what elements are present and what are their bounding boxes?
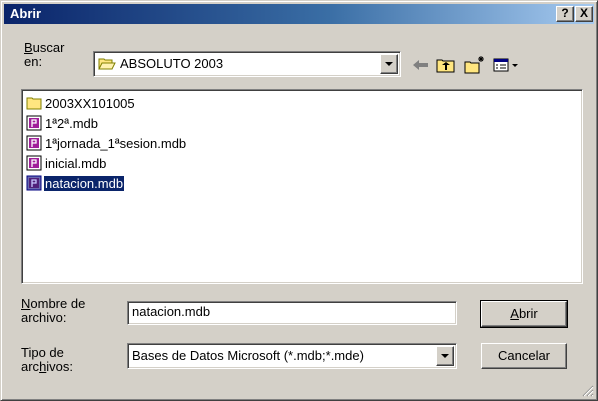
- title-bar[interactable]: Abrir ? X: [4, 4, 594, 24]
- filename-input[interactable]: natacion.mdb: [127, 301, 457, 325]
- filetype-value: Bases de Datos Microsoft (*.mdb;*.mde): [132, 348, 364, 363]
- access-database-icon: [26, 175, 42, 191]
- new-folder-icon[interactable]: [463, 55, 487, 75]
- filetype-combo[interactable]: Bases de Datos Microsoft (*.mdb;*.mde): [127, 343, 457, 369]
- help-button[interactable]: ?: [556, 6, 574, 22]
- resize-grip-icon[interactable]: [582, 385, 594, 397]
- open-dialog: Abrir ? X Buscar en: ABSOLUTO 2003 2003X…: [0, 0, 598, 401]
- filename-label: Nombre de archivo:: [21, 296, 86, 325]
- lookin-dropdown-arrow[interactable]: [380, 54, 398, 74]
- filetype-label: Tipo de archivos:: [21, 345, 74, 374]
- folder-icon: [26, 95, 42, 111]
- close-button[interactable]: X: [575, 6, 593, 22]
- dialog-title: Abrir: [10, 6, 42, 21]
- cancel-button[interactable]: Cancelar: [481, 343, 567, 369]
- open-button[interactable]: Abrir: [480, 300, 568, 328]
- lookin-value: ABSOLUTO 2003: [120, 56, 224, 71]
- lookin-label: Buscar en:: [24, 40, 65, 69]
- access-database-icon: [26, 155, 42, 171]
- access-database-icon: [26, 135, 42, 151]
- access-database-icon: [26, 115, 42, 131]
- back-arrow-icon[interactable]: [409, 55, 433, 75]
- up-folder-icon[interactable]: [434, 55, 458, 75]
- lookin-combo[interactable]: ABSOLUTO 2003: [93, 51, 401, 77]
- folder-open-icon: [98, 56, 116, 71]
- views-menu-icon[interactable]: [491, 55, 523, 75]
- file-list[interactable]: 2003XX101005 1ª2ª.mdb 1ªjornada_1ªsesion…: [21, 89, 583, 284]
- filetype-dropdown-arrow[interactable]: [436, 346, 454, 366]
